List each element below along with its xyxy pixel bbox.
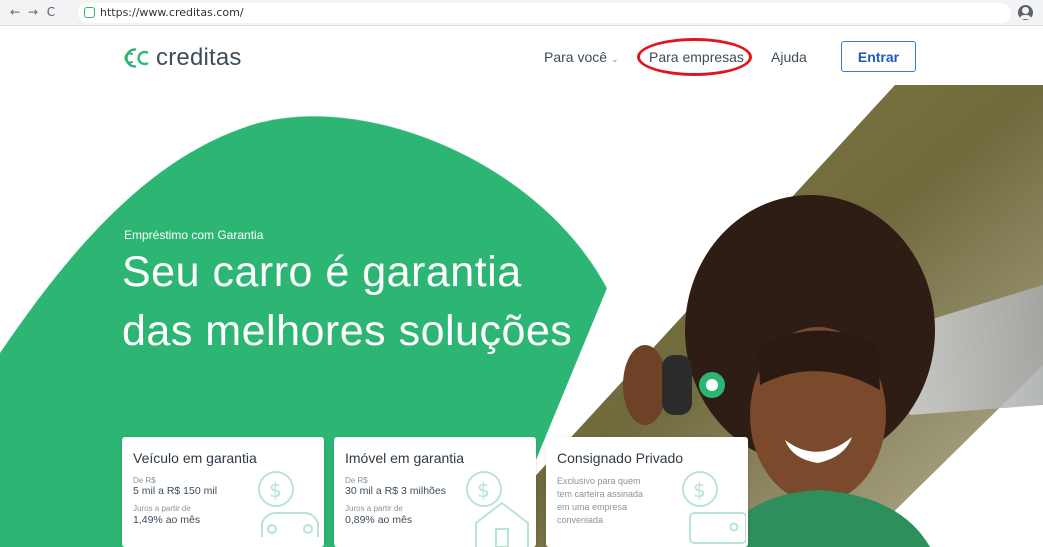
back-icon[interactable]: ← [8,5,22,19]
url-text[interactable]: https://www.creditas.com/ [100,6,244,19]
browser-toolbar: ← → C https://www.creditas.com/ [0,0,1043,26]
svg-text:$: $ [693,478,706,502]
card-range-value: 5 mil a R$ 150 mil [133,485,218,497]
creditas-logo-icon [124,48,149,68]
address-bar[interactable]: https://www.creditas.com/ [78,3,1011,23]
money-house-icon: $ [466,471,529,547]
reload-icon[interactable]: C [44,5,58,19]
card-rate-label: Juros a partir de [345,504,403,513]
card-title: Veículo em garantia [133,450,257,466]
card-range-value: 30 mil a R$ 3 milhões [345,485,446,497]
card-description: Exclusivo para quem tem carteira assinad… [557,476,644,525]
money-car-icon: $ [258,471,319,537]
nav-para-voce[interactable]: Para você ⌄ [544,49,619,65]
card-title: Imóvel em garantia [345,450,465,466]
hero-eyebrow: Empréstimo com Garantia [124,228,264,242]
card-veiculo-garantia[interactable]: Veículo em garantia De R$ 5 mil a R$ 150… [122,437,324,547]
card-range-label: De R$ [133,476,156,485]
login-button[interactable]: Entrar [841,41,916,72]
card-rate-value: 0,89% ao mês [345,514,413,526]
svg-text:$: $ [269,478,282,502]
chevron-down-icon: ⌄ [611,54,619,64]
hero-banner: Empréstimo com Garantia Seu carro é gara… [0,85,1043,547]
svg-text:$: $ [477,478,490,502]
nav-ajuda[interactable]: Ajuda [771,49,807,65]
secure-site-icon [84,7,95,18]
logo-text: creditas [156,44,242,71]
nav-para-voce-label: Para você [544,49,608,65]
forward-icon[interactable]: → [26,5,40,19]
hero-headline: Seu carro é garantia das melhores soluçõ… [122,248,573,355]
card-rate-value: 1,49% ao mês [133,514,201,526]
card-rate-label: Juros a partir de [133,504,191,513]
site-header: creditas Para você ⌄ Para empresas Ajuda … [0,27,1043,85]
card-range-label: De R$ [345,476,368,485]
card-title: Consignado Privado [557,450,684,466]
profile-icon[interactable] [1018,5,1033,20]
creditas-logo[interactable]: creditas [122,44,242,72]
highlight-circle-annotation [637,38,752,76]
money-wallet-icon: $ [682,471,746,544]
card-consignado-privado[interactable]: Consignado Privado Exclusivo para quem t… [546,437,748,547]
card-imovel-garantia[interactable]: Imóvel em garantia De R$ 30 mil a R$ 3 m… [334,437,536,547]
